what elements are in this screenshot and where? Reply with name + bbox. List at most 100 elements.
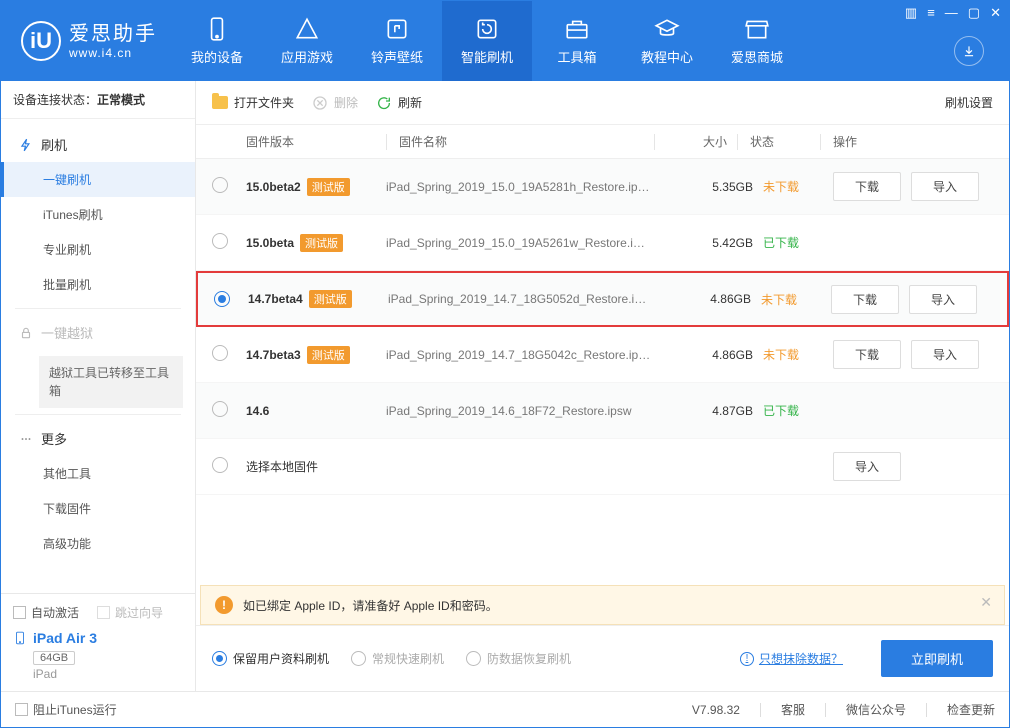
window-menu-icon[interactable]: ≡: [927, 5, 935, 21]
sidebar-item-itunes-flash[interactable]: iTunes刷机: [1, 197, 195, 232]
block-itunes-checkbox[interactable]: 阻止iTunes运行: [15, 701, 117, 718]
delete-icon: [312, 95, 328, 111]
table-row[interactable]: 15.0beta2测试版iPad_Spring_2019_15.0_19A528…: [196, 159, 1009, 215]
firmware-version: 15.0beta: [246, 236, 294, 250]
beta-badge: 测试版: [309, 290, 352, 308]
firmware-version: 14.6: [246, 404, 269, 418]
firmware-size: 4.86GB: [693, 348, 763, 362]
sidebar-head-jailbreak[interactable]: 一键越狱: [1, 315, 195, 350]
tablet-icon: [13, 629, 27, 647]
delete-button[interactable]: 删除: [312, 94, 358, 111]
nav-tutorials[interactable]: 教程中心: [622, 1, 712, 81]
firmware-status: 未下载: [763, 346, 833, 363]
graduation-icon: [654, 16, 680, 42]
auto-activate-checkbox[interactable]: 自动激活: [13, 604, 79, 621]
warning-icon: !: [215, 596, 233, 614]
option-normal[interactable]: 常规快速刷机: [351, 650, 444, 667]
table-row[interactable]: 14.7beta4测试版iPad_Spring_2019_14.7_18G505…: [196, 271, 1009, 327]
firmware-name: iPad_Spring_2019_15.0_19A5281h_Restore.i…: [386, 180, 693, 194]
firmware-status: 已下载: [763, 234, 833, 251]
apps-icon: [294, 16, 320, 42]
wipe-data-link[interactable]: ! 只想抹除数据？: [740, 650, 843, 667]
beta-badge: 测试版: [300, 234, 343, 252]
app-site: www.i4.cn: [69, 46, 157, 60]
jailbreak-note: 越狱工具已转移至工具箱: [39, 356, 183, 408]
row-radio[interactable]: [212, 177, 228, 193]
lock-icon: [19, 326, 33, 340]
row-radio[interactable]: [214, 291, 230, 307]
folder-icon: [212, 96, 228, 109]
sidebar-item-oneclick-flash[interactable]: 一键刷机: [1, 162, 195, 197]
firmware-size: 5.35GB: [693, 180, 763, 194]
logo-block: iU 爱思助手 www.i4.cn: [1, 1, 172, 81]
nav-ringtones[interactable]: 铃声壁纸: [352, 1, 442, 81]
flash-now-button[interactable]: 立即刷机: [881, 640, 993, 677]
window-skin-icon[interactable]: ▥: [905, 5, 917, 21]
import-button[interactable]: 导入: [911, 172, 979, 201]
local-firmware-label: 选择本地固件: [246, 458, 386, 475]
table-row[interactable]: 15.0beta测试版iPad_Spring_2019_15.0_19A5261…: [196, 215, 1009, 271]
device-storage: 64GB: [33, 651, 75, 665]
notice-close-icon[interactable]: ✕: [980, 594, 992, 611]
refresh-button[interactable]: 刷新: [376, 94, 422, 111]
nav-apps[interactable]: 应用游戏: [262, 1, 352, 81]
beta-badge: 测试版: [307, 346, 350, 364]
bolt-icon: [19, 138, 33, 152]
sidebar-item-batch-flash[interactable]: 批量刷机: [1, 267, 195, 302]
firmware-size: 4.86GB: [691, 292, 761, 306]
table-row[interactable]: 14.7beta3测试版iPad_Spring_2019_14.7_18G504…: [196, 327, 1009, 383]
device-model: iPad: [33, 667, 183, 681]
firmware-status: 未下载: [763, 178, 833, 195]
table-row-local[interactable]: 选择本地固件 导入: [196, 439, 1009, 495]
import-button[interactable]: 导入: [911, 340, 979, 369]
option-keep-data[interactable]: 保留用户资料刷机: [212, 650, 329, 667]
row-radio[interactable]: [212, 233, 228, 249]
open-folder-button[interactable]: 打开文件夹: [212, 94, 294, 111]
toolbar: 打开文件夹 删除 刷新 刷机设置: [196, 81, 1009, 125]
firmware-status: 已下载: [763, 402, 833, 419]
firmware-size: 5.42GB: [693, 236, 763, 250]
device-name[interactable]: iPad Air 3: [13, 629, 183, 647]
window-close-icon[interactable]: ✕: [990, 5, 1001, 21]
row-radio[interactable]: [212, 457, 228, 473]
firmware-version: 14.7beta3: [246, 348, 301, 362]
download-manager-button[interactable]: [954, 36, 984, 66]
sidebar-head-more[interactable]: 更多: [1, 421, 195, 456]
more-icon: [19, 432, 33, 446]
flash-settings-button[interactable]: 刷机设置: [939, 94, 993, 111]
table-row[interactable]: 14.6 iPad_Spring_2019_14.6_18F72_Restore.…: [196, 383, 1009, 439]
table-header: 固件版本 固件名称 大小 状态 操作: [196, 125, 1009, 159]
firmware-status: 未下载: [761, 291, 831, 308]
import-button[interactable]: 导入: [833, 452, 901, 481]
firmware-version: 15.0beta2: [246, 180, 301, 194]
download-button[interactable]: 下载: [833, 172, 901, 201]
sidebar-item-download-firmware[interactable]: 下载固件: [1, 491, 195, 526]
option-antirecover[interactable]: 防数据恢复刷机: [466, 650, 571, 667]
download-button[interactable]: 下载: [831, 285, 899, 314]
download-button[interactable]: 下载: [833, 340, 901, 369]
table-body: 15.0beta2 测试版 iPad_Spring_2019_15.0_19A528…: [196, 159, 1009, 585]
window-maximize-icon[interactable]: ▢: [968, 5, 980, 21]
window-minimize-icon[interactable]: —: [945, 5, 958, 21]
nav-store[interactable]: 爱思商城: [712, 1, 802, 81]
nav-my-device[interactable]: 我的设备: [172, 1, 262, 81]
firmware-size: 4.87GB: [693, 404, 763, 418]
skip-guide-checkbox[interactable]: 跳过向导: [97, 604, 163, 621]
sidebar-item-other-tools[interactable]: 其他工具: [1, 456, 195, 491]
sidebar-item-pro-flash[interactable]: 专业刷机: [1, 232, 195, 267]
support-link[interactable]: 客服: [781, 701, 805, 718]
nav-toolbox[interactable]: 工具箱: [532, 1, 622, 81]
notice-bar: ! 如已绑定 Apple ID，请准备好 Apple ID和密码。 ✕: [200, 585, 1005, 625]
flash-options: 保留用户资料刷机 常规快速刷机 防数据恢复刷机 ! 只想抹除数据？ 立即刷机: [196, 625, 1009, 691]
sidebar-item-advanced[interactable]: 高级功能: [1, 526, 195, 561]
wechat-link[interactable]: 微信公众号: [846, 701, 906, 718]
firmware-name: iPad_Spring_2019_14.6_18F72_Restore.ipsw: [386, 404, 693, 418]
import-button[interactable]: 导入: [909, 285, 977, 314]
th-size: 大小: [667, 133, 737, 150]
row-radio[interactable]: [212, 401, 228, 417]
row-radio[interactable]: [212, 345, 228, 361]
sidebar-head-flash[interactable]: 刷机: [1, 127, 195, 162]
check-update-link[interactable]: 检查更新: [947, 701, 995, 718]
nav-flash[interactable]: 智能刷机: [442, 1, 532, 81]
version-label: V7.98.32: [692, 703, 740, 717]
